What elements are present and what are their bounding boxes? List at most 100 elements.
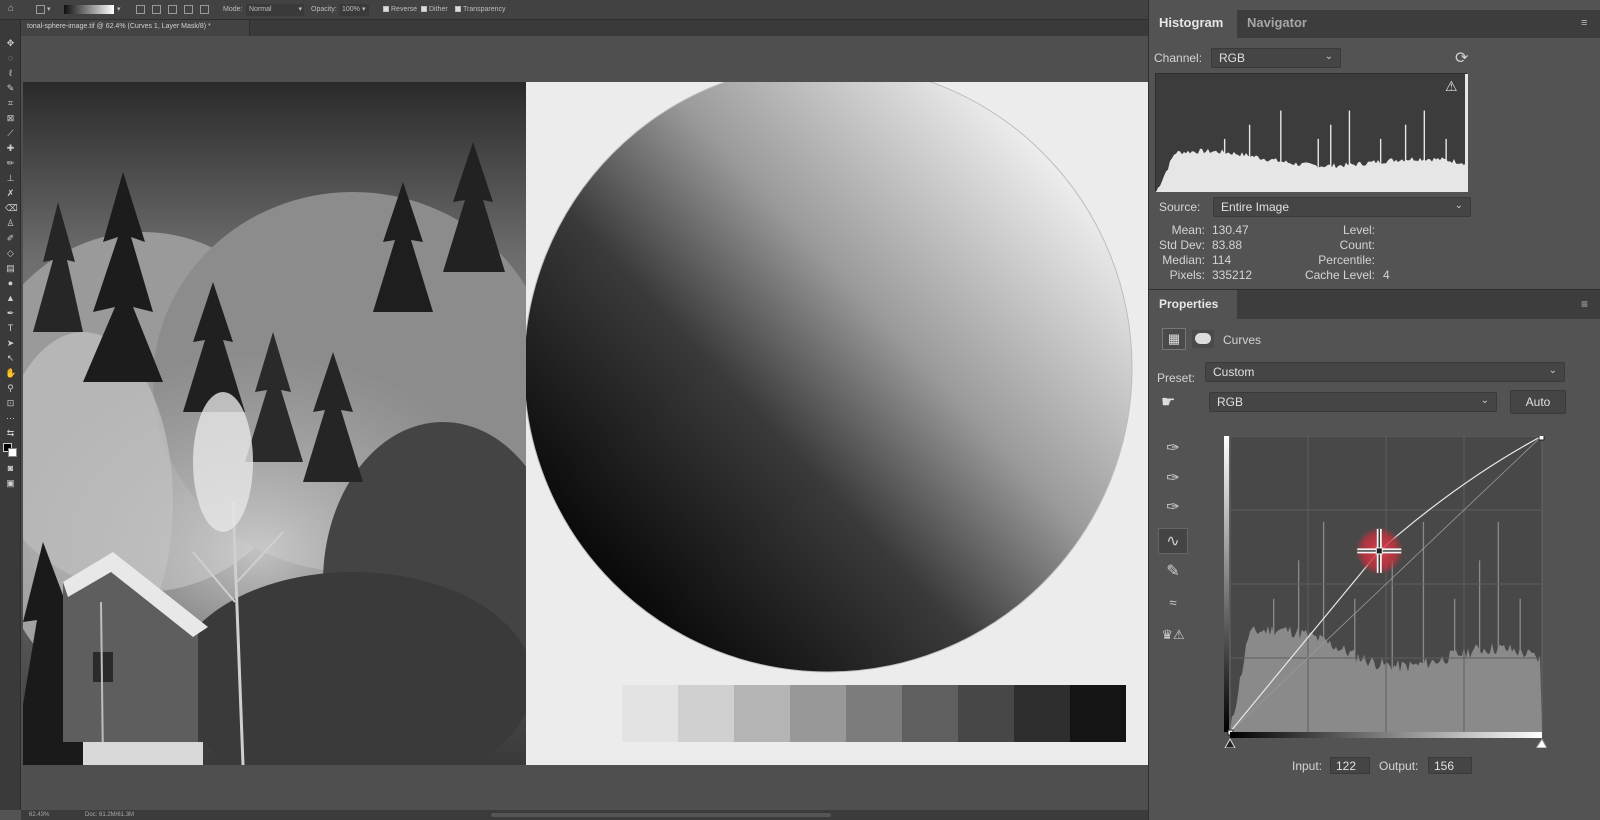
properties-menu-icon[interactable]: ≡ [1581, 297, 1588, 311]
warning-icon[interactable]: ⚠ [1445, 78, 1458, 95]
marquee-tool-icon[interactable]: ◌ [5, 53, 16, 64]
output-value-field[interactable]: 156 [1428, 757, 1472, 774]
more-tools-icon[interactable]: ⋯ [5, 413, 16, 424]
tone-swatch [902, 685, 958, 742]
mode-select[interactable]: Normal ▾ [246, 4, 304, 16]
direct-select-tool-icon[interactable]: ↖ [5, 353, 16, 364]
smooth-curve-icon[interactable]: ≈ [1158, 590, 1188, 616]
tool-preset-picker[interactable]: ▾ [36, 4, 50, 16]
stat-label: Count: [1339, 238, 1375, 252]
panel-menu-icon[interactable]: ≡ [1581, 17, 1587, 29]
stat-value: 4 [1383, 268, 1390, 282]
layer-mask-icon[interactable] [1192, 330, 1214, 348]
dither-label: Dither [429, 6, 448, 13]
crop-tool-icon[interactable]: ⌗ [5, 98, 16, 109]
lasso-tool-icon[interactable]: ℓ [5, 68, 16, 79]
input-label: Input: [1292, 759, 1323, 773]
black-point-eyedropper-icon[interactable]: ✑ [1158, 436, 1188, 462]
properties-title[interactable]: Properties [1159, 297, 1218, 311]
frame-tool-icon[interactable]: ⊠ [5, 113, 16, 124]
horizontal-scrollbar[interactable] [491, 813, 831, 817]
reverse-checkbox[interactable]: Reverse [383, 4, 417, 16]
tonal-sphere-graphic [526, 82, 1133, 673]
hand-tool-icon[interactable]: ✋ [5, 368, 16, 379]
chevron-down-icon: ⌄ [1324, 51, 1333, 62]
linear-gradient-icon[interactable] [136, 4, 145, 16]
gradient-tool-icon[interactable]: ▤ [5, 263, 16, 274]
curves-chart[interactable] [1224, 434, 1548, 749]
opacity-label: Opacity: [311, 6, 337, 13]
tab-histogram[interactable]: Histogram [1159, 15, 1223, 30]
opacity-dropdown-icon[interactable]: ▾ [362, 4, 366, 16]
dodge-tool-icon[interactable]: ▲ [5, 293, 16, 304]
histogram-area [1156, 148, 1468, 192]
sphere-document [526, 82, 1148, 765]
curve-white-point[interactable] [1538, 434, 1545, 441]
draw-curve-pencil-icon[interactable]: ✎ [1158, 559, 1188, 585]
brush-tool-icon[interactable]: ✏ [5, 158, 16, 169]
clipping-warning-icon[interactable]: ♛⚠ [1158, 622, 1188, 648]
histogram-tab-bar: Histogram Navigator ≡ [1149, 10, 1600, 38]
targeted-adjustment-icon[interactable]: ☛ [1161, 392, 1175, 412]
tab-strip [250, 20, 1148, 36]
gray-point-eyedropper-icon[interactable]: ✑ [1158, 466, 1188, 492]
stamp-tool-icon[interactable]: ♙ [5, 218, 16, 229]
histogram-channel-value: RGB [1219, 51, 1246, 65]
refresh-icon[interactable]: ⟳ [1455, 48, 1468, 68]
pencil-tool-icon[interactable]: ✐ [5, 233, 16, 244]
status-bar: 62.43% Doc: 61.2M/61.3M [21, 810, 1148, 820]
white-input-slider[interactable] [1535, 738, 1548, 749]
eraser-tool-icon[interactable]: ⌫ [5, 203, 18, 214]
dither-checkbox[interactable]: Dither [421, 4, 448, 16]
mode-label: Mode: [223, 6, 243, 13]
history-brush-tool-icon[interactable]: ✗ [5, 188, 16, 199]
clone-stamp-tool-icon[interactable]: ⊥ [5, 173, 16, 184]
diamond-gradient-icon[interactable] [200, 4, 209, 16]
auto-button[interactable]: Auto [1510, 390, 1566, 414]
quick-select-tool-icon[interactable]: ✎ [5, 83, 16, 94]
histogram-channel-select[interactable]: RGB ⌄ [1211, 48, 1341, 68]
curves-channel-value: RGB [1217, 395, 1244, 409]
pen-tool-icon[interactable]: ✒ [5, 308, 16, 319]
swap-colors-icon[interactable]: ⇆ [5, 428, 16, 439]
chevron-down-icon: ⌄ [1480, 395, 1489, 406]
curves-adjustment-icon[interactable]: ▦ [1162, 328, 1186, 350]
histogram-source-select[interactable]: Entire Image ⌄ [1213, 197, 1471, 217]
edit-points-curve-icon[interactable]: ∿ [1158, 528, 1188, 554]
curves-graph[interactable] [1224, 434, 1548, 749]
background-color-swatch[interactable] [8, 448, 17, 457]
eraser-tool-icon-2[interactable]: ◇ [5, 248, 16, 259]
tone-swatch [1014, 685, 1070, 742]
winter-forest-photo [23, 82, 526, 765]
path-select-tool-icon[interactable]: ➤ [5, 338, 16, 349]
stat-label: Pixels: [1169, 268, 1205, 282]
radial-gradient-icon[interactable] [152, 4, 161, 16]
input-value-field[interactable]: 122 [1330, 757, 1370, 774]
move-tool-icon[interactable]: ✥ [5, 38, 16, 49]
angle-gradient-icon[interactable] [168, 4, 177, 16]
type-tool-icon[interactable]: T [5, 323, 16, 334]
zoom-tool-icon[interactable]: ⚲ [5, 383, 16, 394]
gradient-dropdown-icon[interactable]: ▾ [117, 4, 121, 16]
rotate-view-tool-icon[interactable]: ⊡ [5, 398, 16, 409]
curves-channel-select[interactable]: RGB ⌄ [1209, 392, 1497, 412]
reflected-gradient-icon[interactable] [184, 4, 193, 16]
quick-mask-icon[interactable]: ◙ [5, 463, 16, 474]
home-icon[interactable]: ⌂ [8, 3, 14, 15]
eyedropper-tool-icon[interactable]: ⟋ [5, 128, 16, 139]
blur-tool-icon[interactable]: ● [5, 278, 16, 289]
document-tab-title: tonal-sphere-image.tif @ 62.4% (Curves 1… [27, 23, 211, 30]
document-tab[interactable]: tonal-sphere-image.tif @ 62.4% (Curves 1… [21, 20, 250, 36]
screen-mode-icon[interactable]: ▣ [5, 478, 16, 489]
tab-navigator[interactable]: Navigator [1247, 15, 1307, 30]
gradient-picker[interactable] [64, 5, 114, 14]
stat-label: Level: [1342, 223, 1375, 237]
healing-brush-tool-icon[interactable]: ✚ [5, 143, 16, 154]
transparency-checkbox[interactable]: Transparency [455, 4, 506, 16]
white-point-eyedropper-icon[interactable]: ✑ [1158, 495, 1188, 521]
preset-select[interactable]: Custom ⌄ [1205, 362, 1565, 382]
curve-control-point[interactable] [1375, 547, 1383, 555]
forest-photo-graphic [23, 82, 526, 765]
transparency-label: Transparency [463, 6, 506, 13]
black-input-slider[interactable] [1224, 737, 1236, 749]
